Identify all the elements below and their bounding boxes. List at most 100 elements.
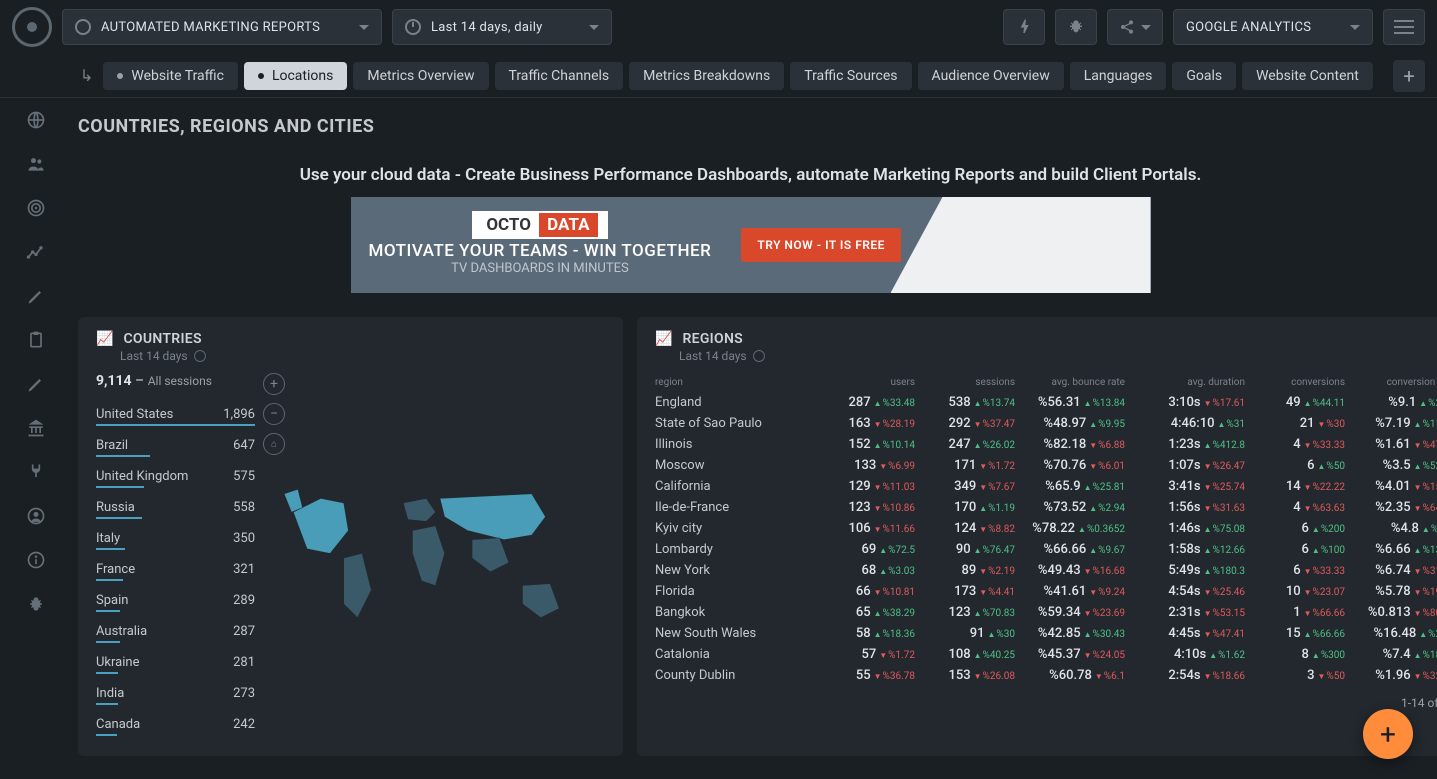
country-row[interactable]: Ukraine281 [96,649,255,672]
region-name: Florida [655,584,825,599]
zoom-out-button[interactable]: − [263,403,285,425]
tab-goals[interactable]: Goals [1172,62,1236,90]
regions-subtitle: Last 14 days [679,349,1437,363]
tab-languages[interactable]: Languages [1070,62,1167,90]
bug-icon [1068,19,1084,35]
table-row[interactable]: Florida66%10.81173%4.41%41.61%9.244:54s%… [655,581,1437,602]
table-cell: %59.34%23.69 [1015,605,1125,620]
info-icon[interactable] [26,550,46,570]
gear-icon[interactable] [753,350,765,362]
globe-icon[interactable] [26,110,46,130]
table-row[interactable]: England287%33.48538%13.74%56.31%13.843:1… [655,392,1437,413]
menu-button[interactable] [1383,9,1425,45]
promo-brand: OCTO DATA [472,211,607,239]
table-cell: 6%33.33 [1245,563,1345,578]
world-map[interactable] [275,373,605,742]
column-header: region [655,377,825,388]
page-title: COUNTRIES, REGIONS AND CITIES [78,98,1423,155]
table-cell: %49.43%16.68 [1015,563,1125,578]
edit-icon[interactable] [26,374,46,394]
table-row[interactable]: New York68%3.0389%2.19%49.43%16.685:49s%… [655,560,1437,581]
table-row[interactable]: New South Wales58%18.3691%30%42.85%30.43… [655,623,1437,644]
share-button[interactable] [1107,9,1163,45]
tab-locations[interactable]: Locations [244,62,347,90]
bank-icon[interactable] [26,418,46,438]
tab-metrics-overview[interactable]: Metrics Overview [353,62,488,90]
table-row[interactable]: Bangkok65%38.29123%70.83%59.34%23.692:31… [655,602,1437,623]
topbar: AUTOMATED MARKETING REPORTS Last 14 days… [0,0,1437,54]
table-row[interactable]: Catalonia57%1.72108%40.25%45.37%24.054:1… [655,644,1437,665]
country-row[interactable]: India273 [96,680,255,703]
table-cell: 3%50 [1245,668,1345,683]
chevron-down-icon [359,25,369,30]
plug-icon[interactable] [26,462,46,482]
report-selector-label: AUTOMATED MARKETING REPORTS [101,20,349,35]
tab-audience-overview[interactable]: Audience Overview [918,62,1064,90]
country-row[interactable]: Russia558 [96,494,255,517]
region-name: Moscow [655,458,825,473]
country-row[interactable]: Italy350 [96,525,255,548]
table-row[interactable]: Ile-de-France123%10.86170%1.19%73.52%2.9… [655,497,1437,518]
table-cell: 129%11.03 [825,479,915,494]
table-row[interactable]: Lombardy69%72.590%76.47%66.66%9.671:58s%… [655,539,1437,560]
country-row[interactable]: Australia287 [96,618,255,641]
target-icon[interactable] [26,198,46,218]
users-icon[interactable] [26,154,46,174]
bug-icon[interactable] [26,594,46,614]
table-cell: 292%37.47 [915,416,1015,431]
table-cell: 538%13.74 [915,395,1015,410]
table-cell: %73.52%2.94 [1015,500,1125,515]
table-cell: %65.9%25.81 [1015,479,1125,494]
app-logo [12,7,52,47]
table-row[interactable]: State of Sao Paulo163%28.19292%37.47%48.… [655,413,1437,434]
chart-icon: 📈 [655,331,672,347]
table-row[interactable]: Moscow133%6.99171%1.72%70.76%6.011:07s%2… [655,455,1437,476]
table-cell: 68%3.03 [825,563,915,578]
table-row[interactable]: California129%11.03349%7.67%65.9%25.813:… [655,476,1437,497]
table-cell: 1:23s%412.8 [1125,437,1245,452]
column-header: conversion rate [1345,377,1437,388]
table-cell: 89%2.19 [915,563,1015,578]
table-cell: 49%44.11 [1245,395,1345,410]
fab-add-button[interactable]: + [1363,709,1413,759]
region-name: State of Sao Paulo [655,416,825,431]
tab-metrics-breakdowns[interactable]: Metrics Breakdowns [629,62,784,90]
table-cell: %78.22%0.3652 [1015,521,1125,536]
table-cell: 4%63.63 [1245,500,1345,515]
country-row[interactable]: Spain289 [96,587,255,610]
table-cell: 2:54s%18.66 [1125,668,1245,683]
tab-traffic-channels[interactable]: Traffic Channels [495,62,624,90]
table-cell: %45.37%24.05 [1015,647,1125,662]
user-circle-icon[interactable] [26,506,46,526]
pencil-icon[interactable] [26,286,46,306]
zoom-in-button[interactable]: + [263,373,285,395]
table-row[interactable]: County Dublin55%36.78153%26.08%60.78%6.1… [655,665,1437,686]
bug-button[interactable] [1055,9,1097,45]
table-row[interactable]: Illinois152%10.14247%26.02%82.18%6.881:2… [655,434,1437,455]
tab-website-content[interactable]: Website Content [1242,62,1373,90]
add-tab-button[interactable]: + [1393,60,1425,92]
table-row[interactable]: Kyiv city106%11.66124%8.82%78.22%0.36521… [655,518,1437,539]
report-selector[interactable]: AUTOMATED MARKETING REPORTS [62,9,382,45]
data-source-selector[interactable]: GOOGLE ANALYTICS [1173,9,1373,45]
tab-website-traffic[interactable]: Website Traffic [103,62,238,90]
chart-line-icon[interactable] [26,242,46,262]
table-cell: 4:10s%1.62 [1125,647,1245,662]
date-range-selector[interactable]: Last 14 days, daily [392,9,612,45]
table-cell: 1:07s%26.47 [1125,458,1245,473]
country-row[interactable]: United States1,896 [96,401,255,424]
table-cell: 4:46:10%31 [1125,416,1245,431]
country-row[interactable]: Brazil647 [96,432,255,455]
promo-cta-button[interactable]: TRY NOW - IT IS FREE [741,228,901,262]
country-row[interactable]: United Kingdom575 [96,463,255,486]
country-row[interactable]: Canada242 [96,711,255,734]
table-cell: %6.66%13.33 [1345,542,1437,557]
country-bar [96,734,117,736]
table-cell: %2.35%64.06 [1345,500,1437,515]
home-button[interactable]: ⌂ [263,433,285,455]
clipboard-icon[interactable] [26,330,46,350]
gear-icon[interactable] [194,350,206,362]
tab-traffic-sources[interactable]: Traffic Sources [790,62,911,90]
country-row[interactable]: France321 [96,556,255,579]
bolt-button[interactable] [1003,9,1045,45]
